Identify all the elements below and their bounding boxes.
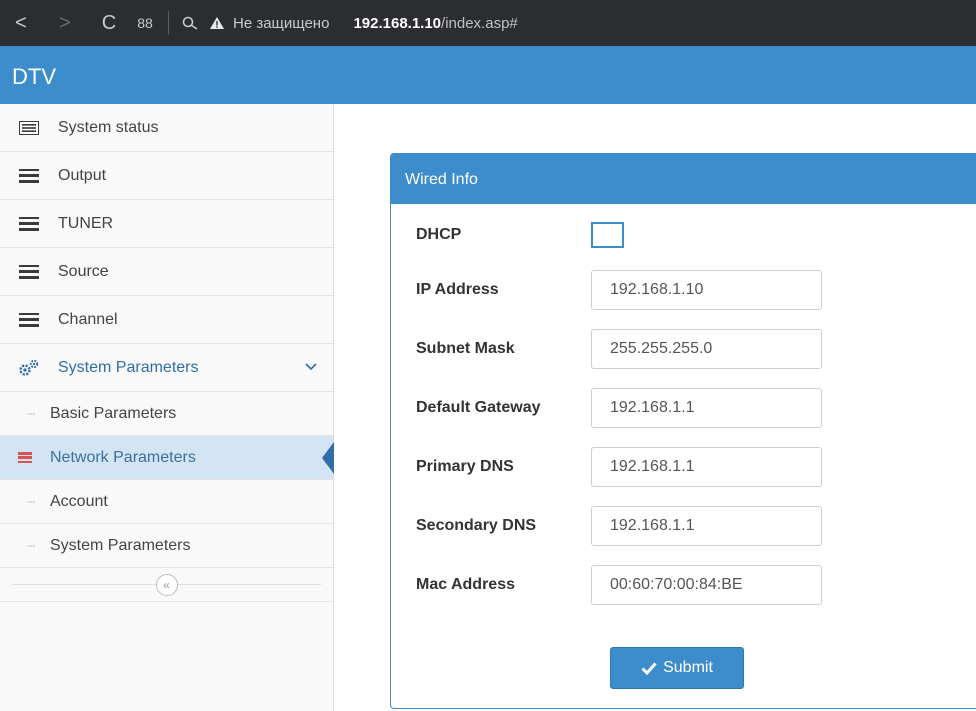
sidebar-subitem-label: Account xyxy=(50,492,108,510)
sidebar-subitem-label: Network Parameters xyxy=(50,448,196,466)
sidebar-item-label: TUNER xyxy=(58,214,114,232)
address-bar[interactable]: Не защищено 192.168.1.10/index.asp# xyxy=(181,15,518,32)
list-icon xyxy=(0,120,58,135)
browser-toolbar: < > C 88 Не защищено 192.168.1.10/index.… xyxy=(0,0,976,46)
primary-dns-label: Primary DNS xyxy=(416,458,514,475)
sidebar: System status Output TUNER Source Channe… xyxy=(0,104,334,711)
sidebar-item-tuner[interactable]: TUNER xyxy=(0,200,333,248)
panel-header: Wired Info xyxy=(391,154,976,204)
mac-address-input[interactable] xyxy=(591,565,822,605)
forward-icon[interactable]: > xyxy=(50,12,80,35)
dhcp-row: DHCP xyxy=(391,215,976,255)
secondary-dns-row: Secondary DNS xyxy=(391,506,976,546)
url-host: 192.168.1.10/index.asp# xyxy=(353,14,518,32)
primary-dns-input[interactable] xyxy=(591,447,822,487)
reload-icon[interactable]: C xyxy=(94,12,124,35)
sidebar-item-label: Source xyxy=(58,262,109,280)
sidebar-subitem-network-parameters[interactable]: Network Parameters xyxy=(0,436,334,480)
submit-button[interactable]: Submit xyxy=(610,647,744,689)
sidebar-collapse-row: « xyxy=(0,568,333,602)
mac-address-row: Mac Address xyxy=(391,565,976,605)
subnet-mask-label: Subnet Mask xyxy=(416,340,515,357)
ip-address-row: IP Address xyxy=(391,270,976,310)
panel-title: Wired Info xyxy=(405,171,478,188)
app-header: DTV xyxy=(0,46,976,104)
sidebar-subitem-label: Basic Parameters xyxy=(50,404,177,422)
sidebar-subitem-account[interactable]: ┄ Account xyxy=(0,480,333,524)
back-icon[interactable]: < xyxy=(6,12,36,35)
warning-icon xyxy=(210,17,224,29)
ip-address-input[interactable] xyxy=(591,270,822,310)
tree-line-icon: ┄ xyxy=(28,406,36,421)
collapse-sidebar-icon[interactable]: « xyxy=(155,573,178,596)
primary-dns-row: Primary DNS xyxy=(391,447,976,487)
sidebar-subitem-basic-parameters[interactable]: ┄ Basic Parameters xyxy=(0,392,333,436)
sidebar-item-label: System Parameters xyxy=(58,358,199,376)
menu-icon xyxy=(0,216,58,231)
sidebar-item-label: System status xyxy=(58,118,159,136)
active-indicator xyxy=(322,442,334,474)
menu-icon xyxy=(0,264,58,279)
sidebar-subitem-system-parameters[interactable]: ┄ System Parameters xyxy=(0,524,333,568)
app-title: DTV xyxy=(12,64,56,89)
sidebar-item-label: Output xyxy=(58,166,107,184)
toolbar-divider xyxy=(168,11,169,35)
submit-label: Submit xyxy=(663,659,713,676)
secondary-dns-input[interactable] xyxy=(591,506,822,546)
menu-icon xyxy=(0,168,58,183)
check-icon xyxy=(641,661,657,675)
sidebar-item-system-status[interactable]: System status xyxy=(0,104,333,152)
default-gateway-label: Default Gateway xyxy=(416,399,541,416)
tree-line-icon: ┄ xyxy=(28,538,36,553)
tree-line-icon: ┄ xyxy=(28,494,36,509)
security-status: Не защищено xyxy=(233,14,330,32)
chevron-down-icon[interactable] xyxy=(305,358,317,374)
default-gateway-row: Default Gateway xyxy=(391,388,976,428)
menu-icon xyxy=(0,452,50,463)
site-info-icon[interactable] xyxy=(181,15,201,31)
menu-icon xyxy=(0,312,58,327)
secondary-dns-label: Secondary DNS xyxy=(416,517,537,534)
sidebar-item-system-parameters[interactable]: System Parameters xyxy=(0,344,333,392)
mac-address-label: Mac Address xyxy=(416,576,515,593)
dhcp-label: DHCP xyxy=(416,226,462,243)
subnet-mask-row: Subnet Mask xyxy=(391,329,976,369)
sidebar-item-channel[interactable]: Channel xyxy=(0,296,333,344)
sidebar-item-source[interactable]: Source xyxy=(0,248,333,296)
gears-icon xyxy=(0,359,58,377)
default-gateway-input[interactable] xyxy=(591,388,822,428)
wired-info-panel: Wired Info DHCP IP Address Subnet Mask D… xyxy=(390,153,976,709)
sidebar-item-output[interactable]: Output xyxy=(0,152,333,200)
apps-icon[interactable]: 88 xyxy=(130,15,160,31)
sidebar-item-label: Channel xyxy=(58,310,118,328)
dhcp-checkbox[interactable] xyxy=(591,222,624,248)
ip-address-label: IP Address xyxy=(416,281,499,298)
subnet-mask-input[interactable] xyxy=(591,329,822,369)
url-path: /index.asp# xyxy=(441,14,518,32)
sidebar-subitem-label: System Parameters xyxy=(50,536,191,554)
